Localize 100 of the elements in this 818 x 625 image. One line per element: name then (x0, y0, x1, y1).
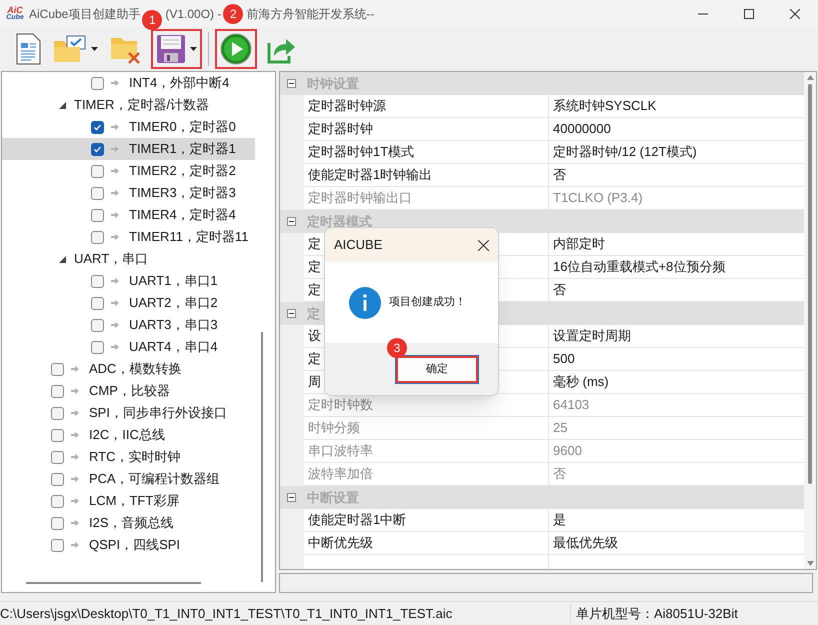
tree-item[interactable]: UART3，串口3 (2, 314, 255, 336)
tree-item[interactable]: CMP，比较器 (2, 380, 255, 402)
checkbox[interactable] (91, 230, 104, 244)
tree-item-label: LCM，TFT彩屏 (89, 492, 180, 510)
tree-item[interactable]: TIMER4，定时器4 (2, 204, 255, 226)
tree-item[interactable]: TIMER11，定时器11 (2, 226, 255, 248)
play-icon (220, 33, 252, 65)
property-value[interactable]: 否 (549, 279, 804, 301)
checkbox[interactable] (91, 340, 104, 354)
tree-item-label: TIMER0，定时器0 (129, 118, 236, 136)
tree-item-label: TIMER3，定时器3 (129, 184, 236, 202)
expander-icon[interactable] (59, 256, 66, 262)
property-name: 使能定时器1时钟输出 (304, 164, 549, 186)
arrow-icon (71, 541, 79, 549)
arrow-icon (71, 409, 79, 417)
close-icon[interactable] (478, 240, 489, 250)
checkbox[interactable] (51, 384, 64, 398)
property-value[interactable]: 内部定时 (549, 233, 804, 255)
checkbox[interactable] (51, 428, 64, 442)
checkbox[interactable] (91, 186, 104, 200)
tree-item-label: ADC，模数转换 (89, 360, 182, 378)
checkbox[interactable] (51, 472, 64, 486)
tree-item-label: TIMER1，定时器1 (129, 140, 236, 158)
arrow-icon (71, 497, 79, 505)
window-title: AiCube项目创建助手 (29, 6, 140, 22)
tree-item[interactable]: UART2，串口2 (2, 292, 255, 314)
tree-group[interactable]: TIMER，定时器/计数器 (2, 94, 255, 116)
toolbar-button[interactable] (215, 29, 257, 69)
tree-item[interactable]: PCA，可编程计数器组 (2, 468, 255, 490)
checkbox[interactable] (51, 450, 64, 464)
folder-check-icon (53, 35, 87, 63)
checkbox[interactable] (51, 494, 64, 508)
tree-item[interactable]: TIMER3，定时器3 (2, 182, 255, 204)
tree-item[interactable]: TIMER2，定时器2 (2, 160, 255, 182)
tree-item-label: UART2，串口2 (129, 294, 218, 312)
arrow-icon (71, 365, 79, 373)
tree-item[interactable]: INT4，外部中断4 (2, 72, 255, 94)
scroll-down-icon[interactable] (806, 561, 814, 566)
scroll-up-icon[interactable] (806, 75, 814, 80)
checkbox[interactable] (51, 406, 64, 420)
property-value[interactable]: 500 (549, 348, 804, 370)
collapse-icon[interactable] (287, 309, 296, 318)
property-value[interactable]: 16位自动重载模式+8位预分频 (549, 256, 804, 278)
checkbox[interactable] (91, 318, 104, 332)
checkbox[interactable] (51, 362, 64, 376)
tree-item[interactable]: UART4，串口4 (2, 336, 255, 358)
collapse-icon[interactable] (287, 493, 296, 502)
file-path: C:\Users\jsgx\Desktop\T0_T1_INT0_INT1_TEST\T0_T1_INT0_INT1_TEST.aic (0, 604, 454, 623)
property-value[interactable]: 最低优先级 (549, 532, 804, 554)
tree-item[interactable]: TIMER0，定时器0 (2, 116, 255, 138)
collapse-icon[interactable] (287, 79, 296, 88)
check-icon (93, 122, 102, 132)
tree-item[interactable]: I2C，IIC总线 (2, 424, 255, 446)
tree-item-label: TIMER2，定时器2 (129, 162, 236, 180)
property-name: 定时器时钟源 (304, 95, 549, 117)
arrow-icon (111, 233, 119, 241)
checkbox[interactable] (91, 274, 104, 288)
step-badge: 2 (223, 4, 244, 24)
property-value[interactable]: 40000000 (549, 118, 804, 140)
arrow-icon (111, 123, 119, 131)
checkbox[interactable] (51, 538, 64, 552)
arrow-icon (71, 475, 79, 483)
property-value[interactable]: 定时器时钟/12 (12T模式) (549, 141, 804, 163)
checkbox[interactable] (91, 76, 104, 90)
tree-item[interactable]: ADC，模数转换 (2, 358, 255, 380)
tree-item-label: CMP，比较器 (89, 382, 170, 400)
checkbox[interactable] (51, 516, 64, 530)
property-name: 定时器时钟1T模式 (304, 141, 549, 163)
vertical-scrollbar[interactable] (261, 332, 263, 582)
arrow-icon (111, 189, 119, 197)
arrow-icon (111, 343, 119, 351)
tree-item[interactable]: RTC，实时时钟 (2, 446, 255, 468)
tree-item[interactable]: I2S，音频总线 (2, 512, 255, 534)
property-value[interactable]: 是 (549, 509, 804, 531)
tree-item-label: RTC，实时时钟 (89, 448, 180, 466)
checkbox[interactable] (91, 208, 104, 222)
checkbox[interactable] (91, 164, 104, 178)
property-value[interactable]: 系统时钟SYSCLK (549, 95, 804, 117)
tree-item[interactable]: TIMER1，定时器1 (2, 138, 255, 160)
tree-group[interactable]: UART，串口 (2, 248, 255, 270)
checkbox[interactable] (91, 142, 104, 156)
tree-item[interactable]: QSPI，四线SPI (2, 534, 255, 556)
tree-item-label: QSPI，四线SPI (89, 536, 180, 554)
collapse-icon[interactable] (287, 217, 296, 226)
tree-item[interactable]: SPI，同步串行外设接口 (2, 402, 255, 424)
vertical-scrollbar[interactable] (804, 72, 816, 569)
horizontal-scrollbar[interactable] (26, 582, 201, 584)
section-title: 中断设置 (307, 488, 359, 507)
checkbox[interactable] (91, 296, 104, 310)
tree-item[interactable]: LCM，TFT彩屏 (2, 490, 255, 512)
info-icon (349, 286, 381, 318)
property-value[interactable]: 毫秒 (ms) (549, 371, 804, 393)
tree-item[interactable]: UART1，串口1 (2, 270, 255, 292)
toolbar-button[interactable] (151, 29, 202, 69)
checkbox[interactable] (91, 120, 104, 134)
ok-button[interactable]: 确定 (396, 356, 478, 382)
property-value[interactable]: 否 (549, 164, 804, 186)
expander-icon[interactable] (59, 102, 66, 108)
description-field[interactable] (279, 573, 813, 593)
property-value[interactable]: 设置定时周期 (549, 325, 804, 347)
